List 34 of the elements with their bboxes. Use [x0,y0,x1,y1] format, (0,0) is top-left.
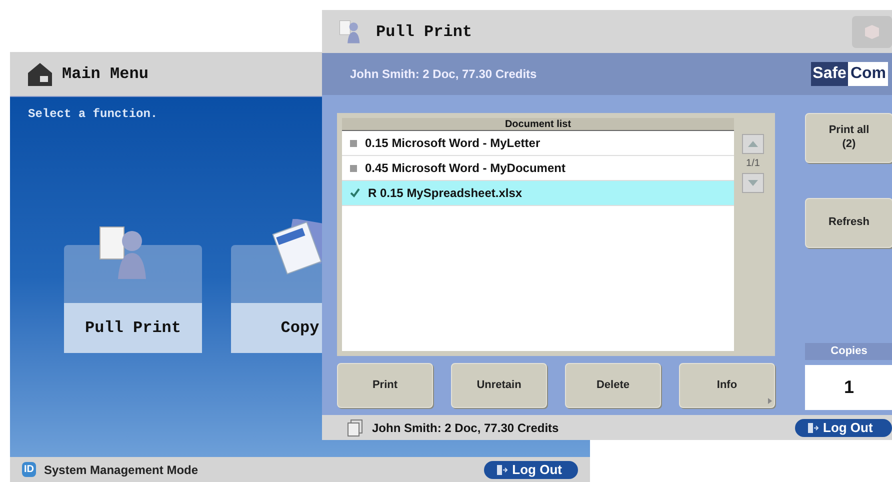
user-info: John Smith: 2 Doc, 77.30 Credits [350,66,537,83]
action-button[interactable]: Delete [565,363,661,408]
page-indicator: 1/1 [746,157,760,171]
side-button[interactable]: Print all (2) [805,113,892,163]
house-icon [26,61,54,87]
logo: Safe Com [810,62,888,86]
down-triangle-icon [748,180,758,186]
logout-button[interactable]: Log Out [795,418,892,436]
small-triangle-icon [768,398,772,404]
window-title: Pull Print [376,22,472,42]
checkbox-icon [350,164,357,172]
list-header: Document list [342,118,734,131]
exit-door-icon [807,422,819,434]
up-triangle-icon [748,141,758,147]
checkmark-icon [350,188,360,198]
status-text: John Smith: 2 Doc, 77.30 Credits [372,420,559,436]
document-row[interactable]: R 0.15 MySpreadsheet.xlsx [342,181,734,206]
copies-label: Copies [805,343,892,360]
id-badge: ID [22,462,36,477]
copies-field[interactable]: 1 [805,365,892,410]
scroll-up-button[interactable] [742,134,764,154]
checkbox-icon [350,140,357,146]
documents-stack-icon [346,418,364,436]
mode-label: System Management Mode [44,462,198,478]
action-button[interactable]: Info [679,363,775,408]
prompt-text: Select a function. [28,106,158,123]
action-button[interactable]: Unretain [451,363,547,408]
action-button[interactable]: Print [337,363,433,408]
function-tile[interactable]: Pull Print [64,245,202,353]
window-title: Main Menu [62,64,148,85]
exit-door-icon [496,464,508,476]
side-button[interactable]: Refresh [805,198,892,248]
scroll-down-button[interactable] [742,173,764,193]
logout-button[interactable]: Log Out [484,460,578,478]
